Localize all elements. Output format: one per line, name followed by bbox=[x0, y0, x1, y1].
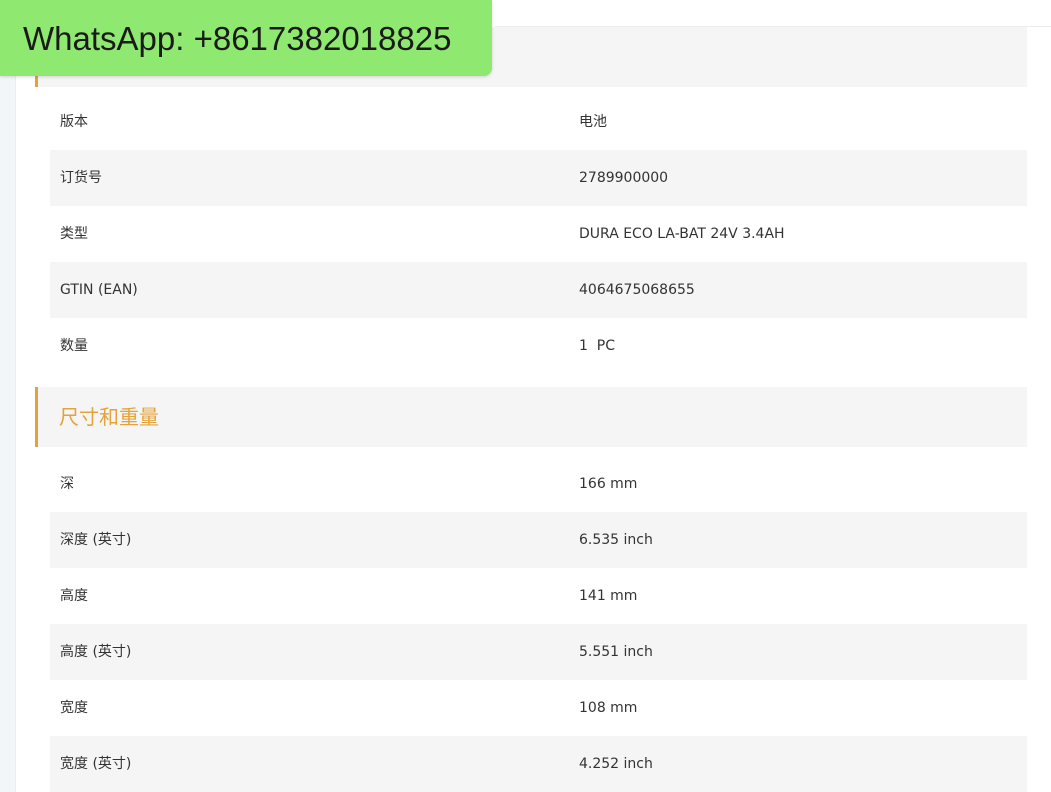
row-value: 108 mm bbox=[579, 700, 638, 716]
table-row: 订货号 2789900000 bbox=[50, 150, 1027, 206]
table-row: 宽度 108 mm bbox=[50, 680, 1027, 736]
table-row: 类型 DURA ECO LA-BAT 24V 3.4AH bbox=[50, 206, 1027, 262]
row-value: 1 PC bbox=[579, 338, 616, 354]
row-value: 4.252 inch bbox=[579, 756, 653, 772]
row-label: 版本 bbox=[60, 114, 88, 130]
general-spec-table: 版本 电池 订货号 2789900000 类型 DURA ECO LA-BAT … bbox=[50, 94, 1027, 374]
left-rail bbox=[0, 0, 16, 792]
row-value: 141 mm bbox=[579, 588, 638, 604]
row-value: 166 mm bbox=[579, 476, 638, 492]
table-row: 数量 1 PC bbox=[50, 318, 1027, 374]
table-row: GTIN (EAN) 4064675068655 bbox=[50, 262, 1027, 318]
dimensions-spec-table: 深 166 mm 深度 (英寸) 6.535 inch 高度 141 mm 高度… bbox=[50, 456, 1027, 792]
row-label: 宽度 (英寸) bbox=[60, 756, 132, 772]
row-label: 宽度 bbox=[60, 700, 88, 716]
row-label: 类型 bbox=[60, 226, 88, 242]
section-title: 尺寸和重量 bbox=[59, 405, 159, 429]
table-row: 深度 (英寸) 6.535 inch bbox=[50, 512, 1027, 568]
row-value: 5.551 inch bbox=[579, 644, 653, 660]
section-header-dimensions: 尺寸和重量 bbox=[35, 387, 1027, 447]
whatsapp-watermark: WhatsApp: +8617382018825 bbox=[0, 0, 492, 76]
table-row: 高度 (英寸) 5.551 inch bbox=[50, 624, 1027, 680]
row-label: 数量 bbox=[60, 338, 88, 354]
row-label: 高度 (英寸) bbox=[60, 644, 132, 660]
row-label: 订货号 bbox=[60, 170, 102, 186]
row-value: 4064675068655 bbox=[579, 282, 695, 298]
table-row: 宽度 (英寸) 4.252 inch bbox=[50, 736, 1027, 792]
row-label: 高度 bbox=[60, 588, 88, 604]
row-value: DURA ECO LA-BAT 24V 3.4AH bbox=[579, 226, 785, 242]
table-row: 版本 电池 bbox=[50, 94, 1027, 150]
table-row: 深 166 mm bbox=[50, 456, 1027, 512]
row-label: GTIN (EAN) bbox=[60, 282, 138, 298]
whatsapp-watermark-text: WhatsApp: +8617382018825 bbox=[23, 20, 452, 57]
product-spec-page: 版本 电池 订货号 2789900000 类型 DURA ECO LA-BAT … bbox=[0, 0, 1051, 792]
row-value: 电池 bbox=[579, 114, 607, 130]
table-row: 高度 141 mm bbox=[50, 568, 1027, 624]
row-label: 深度 (英寸) bbox=[60, 532, 132, 548]
row-value: 6.535 inch bbox=[579, 532, 653, 548]
row-label: 深 bbox=[60, 476, 74, 492]
row-value: 2789900000 bbox=[579, 170, 669, 186]
